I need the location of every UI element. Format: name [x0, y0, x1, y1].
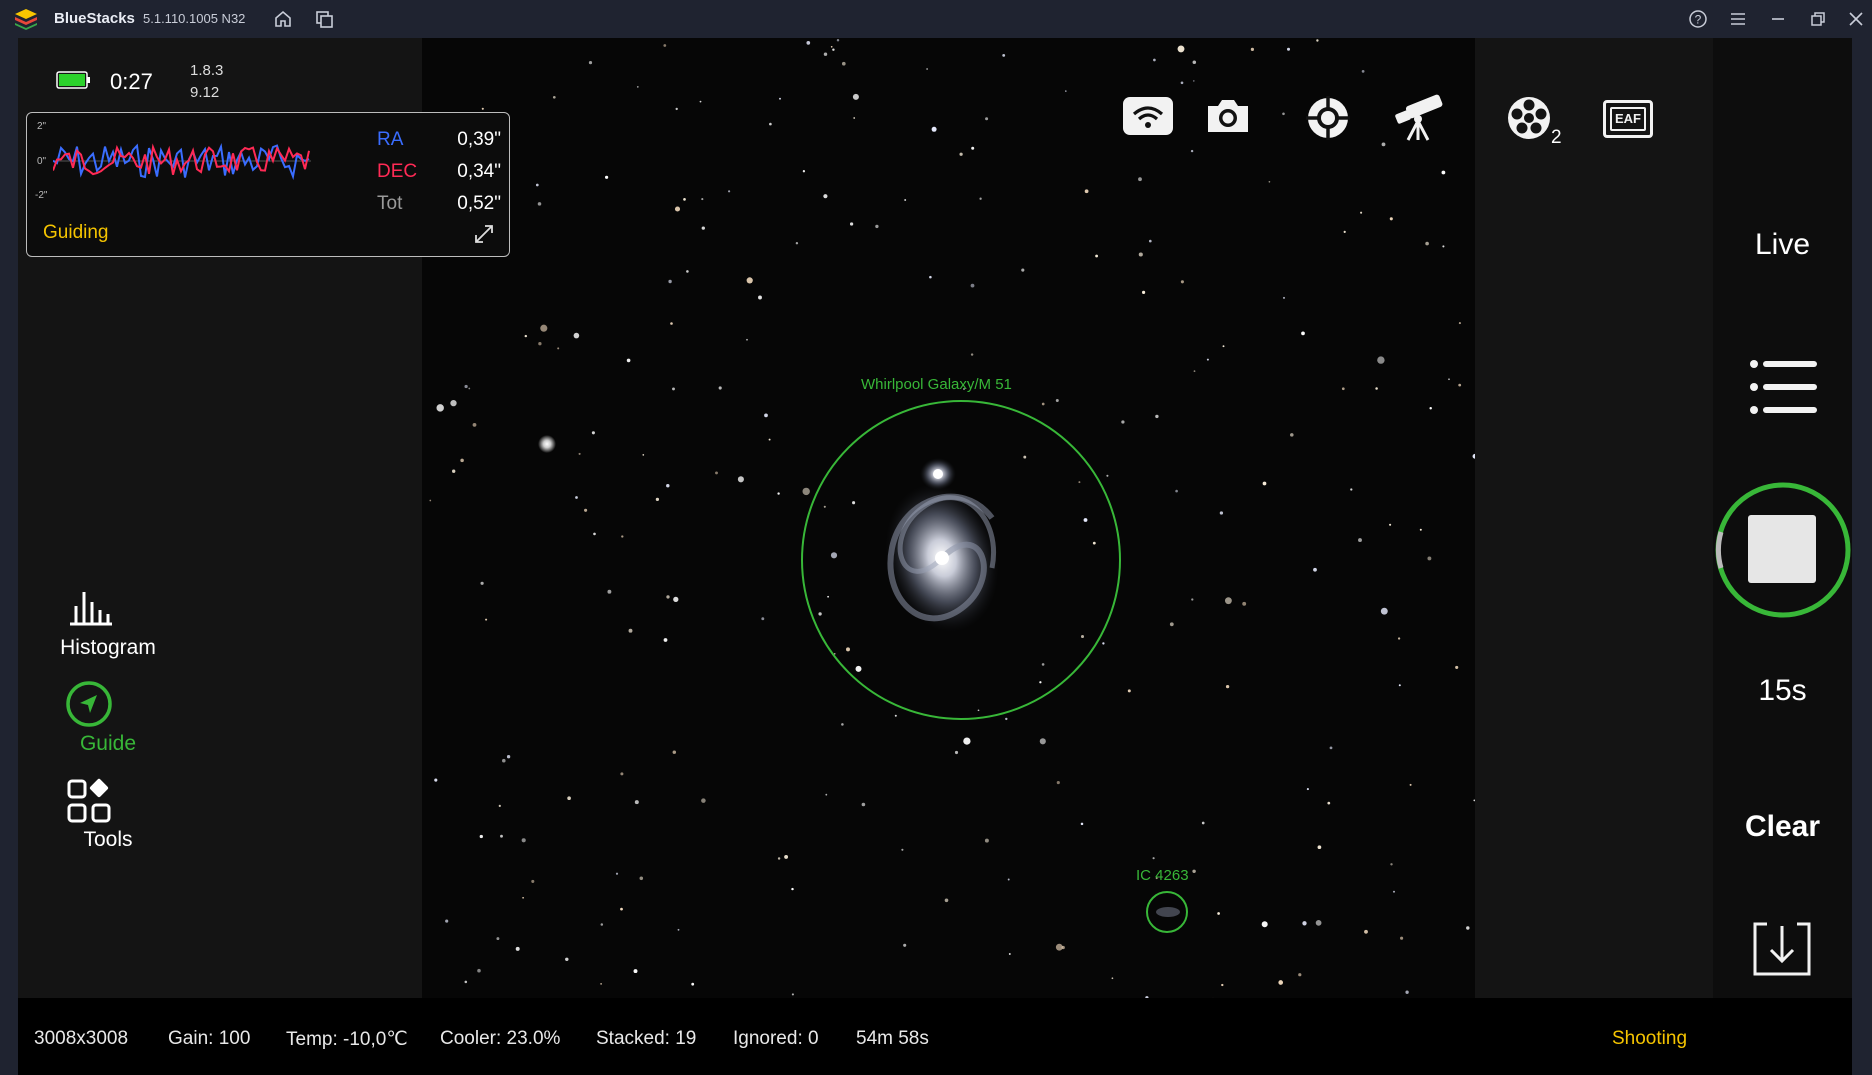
emulator-left-border [0, 38, 18, 1075]
status-stacked: Stacked: 19 [596, 1028, 697, 1049]
tools-icon[interactable] [66, 778, 112, 824]
object-label-ic4263: IC 4263 [1136, 867, 1189, 884]
annotation-layer [801, 400, 1188, 933]
ra-value: 0,39" [457, 129, 501, 150]
version-line-1: 1.8.3 [190, 62, 224, 79]
session-timer: 0:27 [110, 69, 153, 94]
bluestacks-logo-icon [15, 9, 37, 30]
tools-nav-label[interactable]: Tools [38, 828, 178, 852]
close-icon[interactable] [1846, 9, 1866, 29]
stop-square-icon [1748, 515, 1816, 583]
emulator-titlebar: BlueStacks 5.1.110.1005 N32 ? [0, 0, 1872, 38]
status-resolution: 3008x3008 [34, 1028, 129, 1049]
home-icon[interactable] [273, 9, 293, 29]
eaf-label: EAF [1610, 107, 1646, 131]
ra-label: RA [377, 129, 404, 150]
guide-y-tick-bottom: -2" [35, 190, 48, 201]
app-name: BlueStacks [54, 10, 135, 27]
filter-wheel-badge: 2 [1551, 127, 1562, 148]
crosshair-icon[interactable] [1304, 94, 1352, 142]
histogram-icon[interactable] [68, 586, 114, 626]
stop-capture-button[interactable] [1713, 480, 1852, 620]
guiding-error-graph [53, 143, 311, 181]
clear-button[interactable]: Clear [1713, 810, 1852, 844]
help-icon[interactable]: ? [1688, 9, 1708, 29]
live-preview-image[interactable]: Whirlpool Galaxy/M 51 IC 4263 [422, 38, 1475, 1000]
exposure-time[interactable]: 15s [1713, 674, 1852, 708]
telescope-icon[interactable] [1390, 94, 1448, 142]
status-gain: Gain: 100 [168, 1028, 251, 1049]
expand-icon[interactable] [473, 223, 495, 245]
status-elapsed: 54m 58s [856, 1028, 929, 1049]
asiair-app: Whirlpool Galaxy/M 51 IC 4263 2 EAF Live… [18, 38, 1852, 1075]
app-version: 5.1.110.1005 N32 [143, 11, 246, 26]
tot-label: Tot [377, 193, 403, 214]
camera-icon[interactable] [1202, 94, 1254, 138]
guide-y-tick-zero: 0" [37, 156, 47, 167]
guide-y-tick-top: 2" [37, 121, 47, 132]
emulator-right-border [1852, 38, 1872, 1075]
battery-icon [56, 71, 90, 89]
tot-value: 0,52" [457, 193, 501, 214]
object-label-m51: Whirlpool Galaxy/M 51 [861, 376, 1012, 393]
guide-icon[interactable] [65, 680, 113, 728]
guide-nav-label[interactable]: Guide [38, 732, 178, 756]
dec-value: 0,34" [457, 161, 501, 182]
capture-side-controls: Live 15s Clear [1713, 38, 1852, 998]
list-icon[interactable] [1749, 358, 1819, 416]
guiding-title: Guiding [43, 222, 109, 243]
svg-text:?: ? [1695, 13, 1702, 27]
ic4263-marker-circle[interactable] [1146, 891, 1188, 933]
live-mode-button[interactable]: Live [1713, 228, 1852, 262]
eaf-icon[interactable]: EAF [1603, 100, 1653, 138]
version-line-2: 9.12 [190, 84, 220, 101]
m51-marker-circle[interactable] [801, 400, 1121, 720]
menu-icon[interactable] [1728, 9, 1748, 29]
download-icon[interactable] [1751, 920, 1813, 978]
minimize-icon[interactable] [1768, 9, 1788, 29]
wifi-icon[interactable] [1122, 94, 1174, 138]
histogram-nav-label[interactable]: Histogram [38, 636, 178, 660]
status-shooting: Shooting [1612, 1028, 1688, 1049]
multi-instance-icon[interactable] [314, 9, 334, 29]
dec-label: DEC [377, 161, 418, 182]
status-temp: Temp: -10,0℃ [286, 1029, 408, 1050]
restore-icon[interactable] [1808, 9, 1828, 29]
guiding-graph-panel[interactable]: 2" 0" -2" RA 0,39" DEC 0,34" Tot 0,52" G… [26, 112, 510, 257]
status-ignored: Ignored: 0 [733, 1028, 819, 1049]
status-cooler: Cooler: 23.0% [440, 1028, 561, 1049]
